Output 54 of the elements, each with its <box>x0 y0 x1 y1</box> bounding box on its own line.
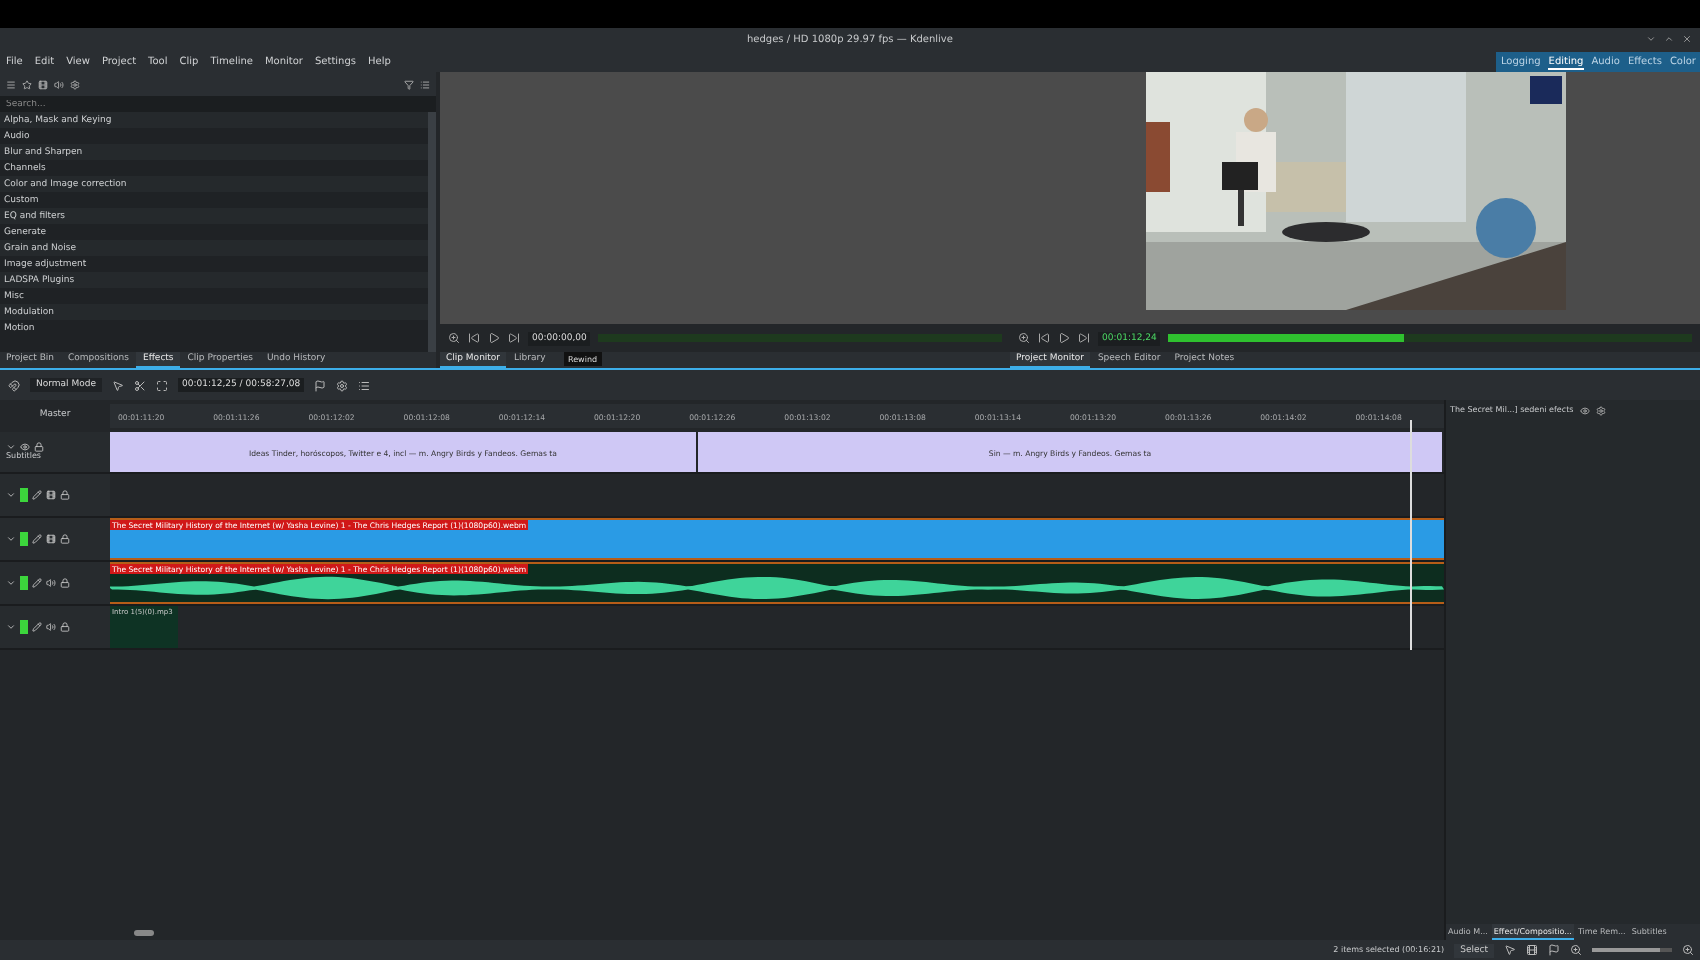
settings-icon[interactable] <box>1595 405 1606 415</box>
list-icon[interactable] <box>358 379 371 391</box>
lock-icon[interactable] <box>60 534 70 544</box>
skip-forward-icon[interactable] <box>1078 332 1090 344</box>
menu-icon[interactable] <box>420 79 430 89</box>
speaker-icon[interactable] <box>46 622 56 632</box>
flag-icon[interactable] <box>314 379 327 391</box>
pencil-icon[interactable] <box>32 578 42 588</box>
speaker-icon[interactable] <box>46 578 56 588</box>
pencil-icon[interactable] <box>32 490 42 500</box>
flag-icon[interactable] <box>1548 944 1560 956</box>
film-icon[interactable] <box>46 490 56 500</box>
track-target[interactable] <box>20 488 28 502</box>
scrollbar-thumb[interactable] <box>134 930 154 936</box>
pencil-icon[interactable] <box>32 622 42 632</box>
film-icon[interactable] <box>38 79 48 89</box>
film-icon[interactable] <box>46 534 56 544</box>
zoom-icon[interactable] <box>1018 332 1030 344</box>
play-icon[interactable] <box>488 332 500 344</box>
star-icon[interactable] <box>22 79 32 89</box>
track-target[interactable] <box>20 620 28 634</box>
film-icon[interactable] <box>1526 944 1538 956</box>
skip-forward-icon[interactable] <box>508 332 520 344</box>
lock-icon[interactable] <box>34 442 44 453</box>
settings-icon[interactable] <box>70 79 80 89</box>
chevron-icon[interactable] <box>6 442 16 453</box>
zoom-icon[interactable] <box>448 332 460 344</box>
chevron-icon[interactable] <box>6 534 16 544</box>
track-target[interactable] <box>20 532 28 546</box>
lock-icon[interactable] <box>60 622 70 632</box>
track-target[interactable] <box>20 576 28 590</box>
pencil-icon[interactable] <box>32 534 42 544</box>
lock-icon[interactable] <box>60 490 70 500</box>
settings-icon[interactable] <box>336 379 349 391</box>
chevron-icon[interactable] <box>6 578 16 588</box>
eye-icon[interactable] <box>1579 405 1590 415</box>
skip-back-icon[interactable] <box>468 332 480 344</box>
magnet-icon[interactable] <box>8 379 20 391</box>
zoom-icon[interactable] <box>1570 944 1582 956</box>
lock-icon[interactable] <box>60 578 70 588</box>
filter-icon[interactable] <box>404 79 414 89</box>
volume-icon[interactable] <box>54 79 64 89</box>
minimize-icon[interactable] <box>1646 34 1656 44</box>
zoom-in-icon[interactable] <box>1682 944 1694 956</box>
play-icon[interactable] <box>1058 332 1070 344</box>
maximize-icon[interactable] <box>1664 34 1674 44</box>
scissors-icon[interactable] <box>133 379 146 391</box>
eye-icon[interactable] <box>20 442 30 453</box>
chevron-icon[interactable] <box>6 622 16 632</box>
chevron-icon[interactable] <box>6 490 16 500</box>
pointer-icon[interactable] <box>111 379 124 391</box>
pointer-icon[interactable] <box>1504 944 1516 956</box>
skip-back-icon[interactable] <box>1038 332 1050 344</box>
list-icon[interactable] <box>6 79 16 89</box>
